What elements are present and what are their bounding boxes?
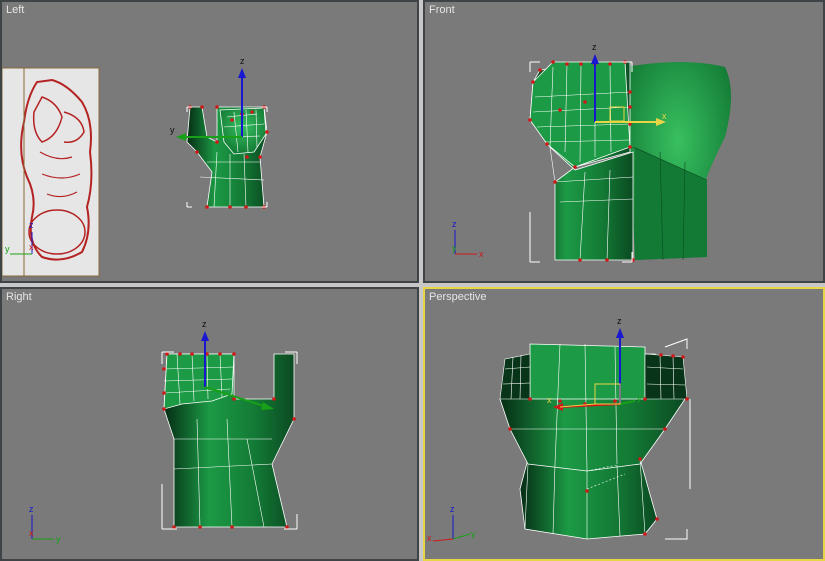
viewport-left-scene: z y z y x: [2, 56, 269, 277]
viewport-perspective-scene: z x y z x y: [427, 316, 691, 543]
viewport-right-scene: z z y x: [29, 319, 298, 544]
axis-tripod-perspective: z x y: [427, 504, 476, 543]
reference-sketch-image: [2, 67, 100, 277]
svg-text:x: x: [29, 242, 34, 252]
viewport-front[interactable]: Front z x z x y: [423, 0, 825, 283]
svg-text:z: z: [452, 219, 457, 229]
axis-tripod-front: z x y: [452, 219, 484, 259]
mesh-body-left[interactable]: [186, 105, 269, 209]
svg-text:x: x: [479, 249, 484, 259]
gizmo-y-label-perspective: y: [637, 393, 642, 403]
gizmo-z-label-left: z: [240, 56, 245, 66]
svg-text:y: y: [471, 529, 476, 539]
viewport-left[interactable]: Left z y z y x: [0, 0, 419, 283]
gizmo-y-label-left: y: [170, 125, 175, 135]
mesh-body-right[interactable]: [161, 351, 298, 530]
gizmo-x-label-front: x: [662, 111, 667, 121]
gizmo-z-label-right: z: [202, 319, 207, 329]
viewport-right[interactable]: Right z z y x: [0, 287, 419, 561]
svg-text:z: z: [29, 504, 34, 514]
svg-text:y: y: [5, 244, 10, 254]
svg-text:z: z: [450, 504, 455, 514]
gizmo-x-label-perspective: x: [547, 395, 552, 405]
svg-text:x: x: [29, 528, 34, 538]
mesh-body-perspective[interactable]: [499, 338, 691, 540]
svg-text:z: z: [29, 220, 34, 230]
mesh-body-front[interactable]: [528, 60, 731, 263]
gizmo-z-label-perspective: z: [617, 316, 622, 326]
svg-text:y: y: [56, 534, 61, 544]
svg-text:x: x: [427, 533, 432, 543]
axis-tripod-right: z y x: [29, 504, 61, 544]
viewport-front-scene: z x z x y: [452, 42, 731, 263]
svg-text:y: y: [452, 243, 457, 253]
gizmo-z-label-front: z: [592, 42, 597, 52]
viewport-perspective[interactable]: Perspective z x y z x y: [423, 287, 825, 561]
